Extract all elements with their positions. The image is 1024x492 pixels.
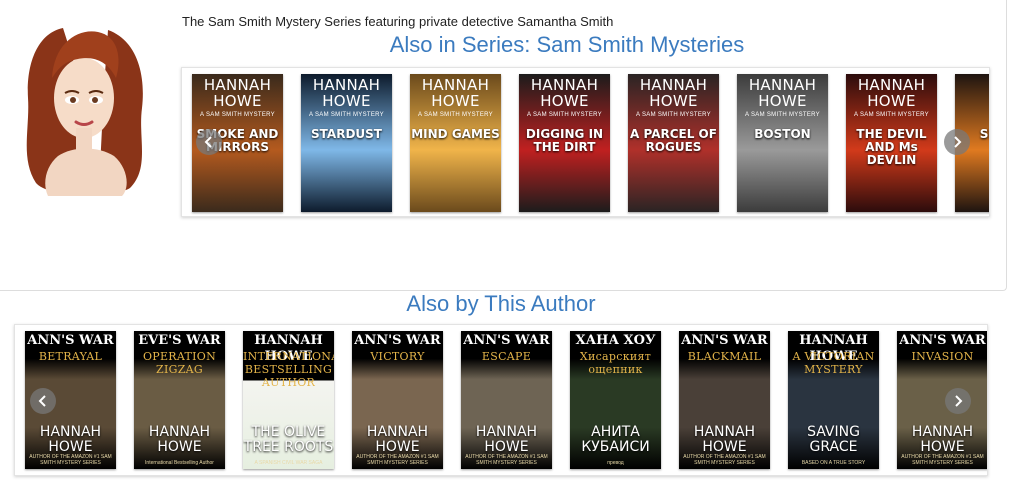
book-bottom-text: HANNAH HOWE xyxy=(475,424,538,455)
book-series-label: A SAM xyxy=(955,112,989,118)
book-subtitle: Хисарският ощепник xyxy=(579,350,652,376)
author-book-cover[interactable]: ANN'S WAR INVASION HANNAH HOWE AUTHOR OF TH… xyxy=(897,331,987,469)
book-bottom-text: HANNAH HOWE xyxy=(148,424,211,455)
book-series-label: A SAM SMITH MYSTERY xyxy=(418,112,493,118)
book-bottom-text: HANNAH HOWE xyxy=(39,424,102,455)
book-subtitle: INTERNATIONAL BESTSELLING AUTHOR xyxy=(243,350,334,389)
book-title: BOSTON xyxy=(754,127,811,141)
author-carousel: ANN'S WAR BETRAYAL HANNAH HOWE AUTHOR OF TH… xyxy=(14,324,988,476)
series-carousel: HANNAH HOWE A SAM SMITH MYSTERY SMOKE AND … xyxy=(181,67,990,217)
book-band: EVE'S WAR xyxy=(138,333,221,348)
book-subtitle: ESCAPE xyxy=(481,350,532,363)
book-tagline: AUTHOR OF THE AMAZON #1 SAM SMITH MYSTER… xyxy=(465,454,548,466)
book-author: HA xyxy=(955,77,989,93)
author-book-cover[interactable]: ХАНА ХОУ Хисарският ощепник АНИТА КУБАИСИ п… xyxy=(570,331,661,469)
book-series-label: A SAM SMITH MYSTERY xyxy=(309,112,384,118)
book-series-label: A SAM SMITH MYSTERY xyxy=(745,112,820,118)
series-book-cover[interactable]: HANNAH HOWE A SAM SMITH MYSTERY BOSTON xyxy=(737,74,828,212)
book-author: HANNAH HOWE xyxy=(421,76,490,110)
book-series-label: A SAM SMITH MYSTERY xyxy=(854,112,929,118)
book-series-label: A SAM SMITH MYSTERY xyxy=(200,112,275,118)
book-author: HANNAH HOWE xyxy=(639,76,708,110)
book-author: HANNAH HOWE xyxy=(748,76,817,110)
series-description: The Sam Smith Mystery Series featuring p… xyxy=(182,14,614,29)
series-book-cover[interactable]: HANNAH HOWE A SAM SMITH MYSTERY THE DEVIL … xyxy=(846,74,937,212)
series-panel: The Sam Smith Mystery Series featuring p… xyxy=(0,0,1007,291)
chevron-right-icon xyxy=(955,395,963,407)
series-book-cover[interactable]: HANNAH HOWE A SAM SMITH MYSTERY STARDUST xyxy=(301,74,392,212)
book-tagline: AUTHOR OF THE AMAZON #1 SAM SMITH MYSTER… xyxy=(29,454,112,466)
series-heading[interactable]: Also in Series: Sam Smith Mysteries xyxy=(182,32,952,58)
book-author: HANNAH HOWE xyxy=(203,76,272,110)
book-author: HANNAH HOWE xyxy=(312,76,381,110)
book-subtitle: A VICTORIAN MYSTERY xyxy=(792,350,875,376)
book-subtitle: OPERATION ZIGZAG xyxy=(142,350,217,376)
book-title: STARDUST xyxy=(311,127,382,141)
book-tagline: A SPANISH CIVIL WAR SAGA xyxy=(254,460,323,466)
author-heading[interactable]: Also by This Author xyxy=(0,291,1002,317)
author-book-cover[interactable]: HANNAH HOWE A VICTORIAN MYSTERY SAVING GRA… xyxy=(788,331,879,469)
book-tagline: International Bestselling Author xyxy=(145,460,214,466)
author-next-button[interactable] xyxy=(945,388,971,414)
author-book-cover[interactable]: EVE'S WAR OPERATION ZIGZAG HANNAH HOWE Inte… xyxy=(134,331,225,469)
book-band: ANN'S WAR xyxy=(354,333,441,348)
chevron-left-icon xyxy=(204,136,212,148)
chevron-left-icon xyxy=(38,395,46,407)
book-subtitle: BLACKMAIL xyxy=(687,350,762,363)
book-title: THE DEVIL AND Ms DEVLIN xyxy=(856,127,927,167)
book-band: ANN'S WAR xyxy=(27,333,114,348)
author-avatar xyxy=(26,28,143,196)
book-band: ANN'S WAR xyxy=(899,333,986,348)
book-tagline: превод xyxy=(607,460,624,466)
author-prev-button[interactable] xyxy=(30,388,56,414)
book-tagline: BASED ON A TRUE STORY xyxy=(801,460,866,466)
book-author: HANNAH HOWE xyxy=(857,76,926,110)
book-bottom-text: HANNAH HOWE xyxy=(366,424,429,455)
book-band: ANN'S WAR xyxy=(463,333,550,348)
book-subtitle: VICTORY xyxy=(370,350,425,363)
author-book-cover[interactable]: ANN'S WAR BLACKMAIL HANNAH HOWE AUTHOR OF T… xyxy=(679,331,770,469)
author-book-cover[interactable]: ANN'S WAR VICTORY HANNAH HOWE AUTHOR OF THE… xyxy=(352,331,443,469)
series-book-cover[interactable]: HANNAH HOWE A SAM SMITH MYSTERY DIGGING IN… xyxy=(519,74,610,212)
book-bottom-text: THE OLIVE TREE ROOTS xyxy=(243,424,334,455)
book-title: MIND GAMES xyxy=(411,127,500,141)
series-next-button[interactable] xyxy=(944,129,970,155)
book-bottom-text: HANNAH HOWE xyxy=(693,424,756,455)
author-book-cover[interactable]: HANNAH HOWEINTERNATIONAL BESTSELLING AUT… xyxy=(243,331,334,469)
book-author: HANNAH HOWE xyxy=(530,76,599,110)
book-subtitle: INVASION xyxy=(911,350,974,363)
series-book-cover[interactable]: HANNAH HOWE A SAM SMITH MYSTERY A PARCEL O… xyxy=(628,74,719,212)
series-prev-button[interactable] xyxy=(196,129,222,155)
book-tagline: AUTHOR OF THE AMAZON #1 SAM SMITH MYSTER… xyxy=(901,454,984,466)
book-bottom-text: HANNAH HOWE xyxy=(911,424,974,455)
book-series-label: A SAM SMITH MYSTERY xyxy=(527,112,602,118)
author-book-cover[interactable]: ANN'S WAR ESCAPE HANNAH HOWE AUTHOR OF THE … xyxy=(461,331,552,469)
series-book-cover[interactable]: HANNAH HOWE A SAM SMITH MYSTERY MIND GAMES xyxy=(410,74,501,212)
book-tagline: AUTHOR OF THE AMAZON #1 SAM SMITH MYSTER… xyxy=(683,454,766,466)
book-bottom-text: SAVING GRACE xyxy=(807,424,860,455)
book-bottom-text: АНИТА КУБАИСИ xyxy=(581,424,650,455)
book-title: A PARCEL OF ROGUES xyxy=(630,127,717,154)
book-tagline: AUTHOR OF THE AMAZON #1 SAM SMITH MYSTER… xyxy=(356,454,439,466)
book-band: ХАНА ХОУ xyxy=(575,333,656,348)
chevron-right-icon xyxy=(954,136,962,148)
book-band: ANN'S WAR xyxy=(681,333,768,348)
book-series-label: A SAM SMITH MYSTERY xyxy=(636,112,711,118)
book-subtitle: BETRAYAL xyxy=(38,350,103,363)
book-title: DIGGING IN THE DIRT xyxy=(525,127,604,154)
